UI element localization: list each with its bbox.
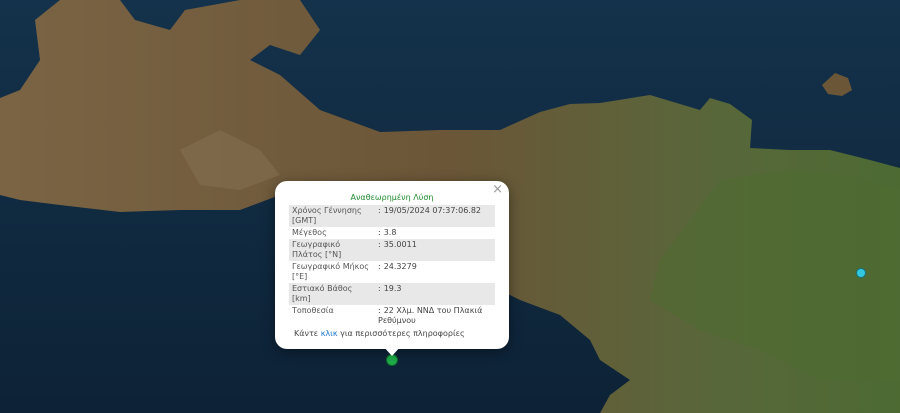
other-earthquake-marker[interactable] [856, 268, 866, 278]
location-label: Τοποθεσία [292, 306, 334, 315]
magnitude-label: Μέγεθος [292, 228, 327, 237]
popup-pointer [383, 346, 401, 356]
table-row: Γεωγραφικό Πλάτος [°N] :35.0011 [289, 239, 495, 261]
earthquake-details-table: Αναθεωρημένη Λύση Χρόνος Γέννησης [GMT] … [289, 191, 495, 327]
more-info-link[interactable]: κλικ [321, 329, 338, 338]
table-row: Μέγεθος :3.8 [289, 227, 495, 239]
latitude-label: Γεωγραφικό Πλάτος [°N] [289, 239, 375, 261]
table-row: Γεωγραφικό Μήκος [°E] :24.3279 [289, 261, 495, 283]
location-value: 22 Χλμ. ΝΝΔ του Πλακιά Ρεθύμνου [378, 306, 483, 325]
table-row: Τοποθεσία :22 Χλμ. ΝΝΔ του Πλακιά Ρεθύμν… [289, 305, 495, 327]
table-row: Εστιακό Βάθος [km] :19.3 [289, 283, 495, 305]
latitude-value: 35.0011 [383, 240, 417, 249]
popup-heading: Αναθεωρημένη Λύση [350, 193, 434, 202]
origin-time-label: Χρόνος Γέννησης [GMT] [289, 205, 375, 227]
table-row: Χρόνος Γέννησης [GMT] :19/05/2024 07:37:… [289, 205, 495, 227]
depth-label: Εστιακό Βάθος [km] [289, 283, 375, 305]
earthquake-info-popup: × Αναθεωρημένη Λύση Χρόνος Γέννησης [GMT… [275, 181, 509, 349]
longitude-value: 24.3279 [383, 262, 417, 271]
longitude-label: Γεωγραφικό Μήκος [°E] [292, 262, 369, 281]
magnitude-value: 3.8 [383, 228, 397, 237]
depth-value: 19.3 [383, 284, 402, 293]
more-info-text: Κάντε κλικ για περισσότερες πληροφορίες [294, 329, 465, 338]
origin-time-value: 19/05/2024 07:37:06.82 [383, 206, 482, 215]
popup-heading-row: Αναθεωρημένη Λύση [289, 191, 495, 205]
